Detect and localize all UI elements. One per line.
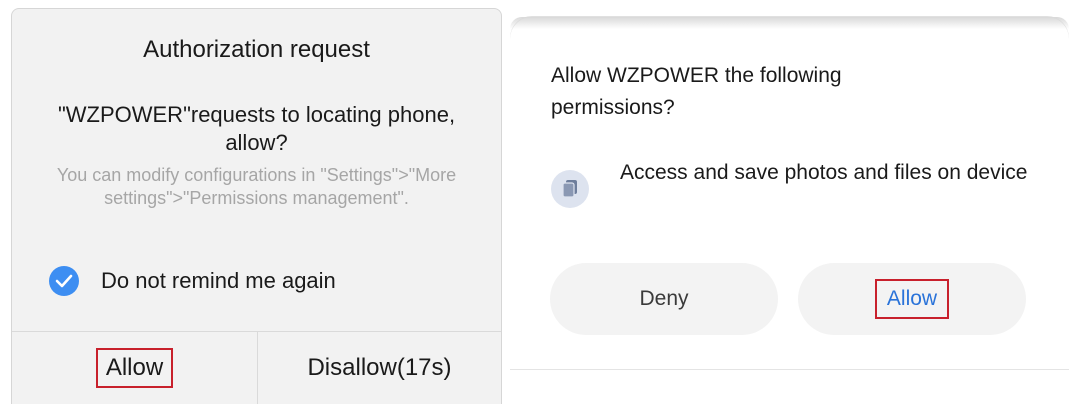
permissions-dialog: Allow WZPOWER the following permissions?… (510, 17, 1069, 404)
bottom-divider (510, 369, 1069, 370)
dialog-top-shade (510, 17, 1069, 29)
checkbox-label: Do not remind me again (101, 268, 336, 293)
dialog-message: "WZPOWER"requests to locating phone, all… (57, 102, 456, 155)
permission-description: Access and save photos and files on devi… (620, 161, 1028, 184)
dialog-title: Authorization request (143, 36, 370, 63)
permission-item: Access and save photos and files on devi… (551, 157, 1040, 208)
disallow-button[interactable]: Disallow(17s) (258, 332, 501, 404)
authorization-dialog: Authorization request "WZPOWER"requests … (11, 8, 502, 404)
deny-button[interactable]: Deny (550, 263, 778, 335)
disallow-button-label: Disallow(17s) (307, 354, 452, 381)
checkmark-icon[interactable] (49, 266, 79, 296)
permissions-title: Allow WZPOWER the following permissions? (551, 64, 842, 119)
allow-permission-button[interactable]: Allow (798, 263, 1026, 335)
allow-permission-label: Allow (874, 279, 950, 319)
allow-button[interactable]: Allow (12, 332, 257, 404)
allow-button-label: Allow (95, 348, 174, 388)
files-icon (551, 170, 589, 208)
deny-button-label: Deny (639, 287, 689, 310)
do-not-remind-checkbox[interactable]: Do not remind me again (49, 264, 336, 298)
dialog-hint: You can modify configurations in "Settin… (56, 165, 457, 208)
